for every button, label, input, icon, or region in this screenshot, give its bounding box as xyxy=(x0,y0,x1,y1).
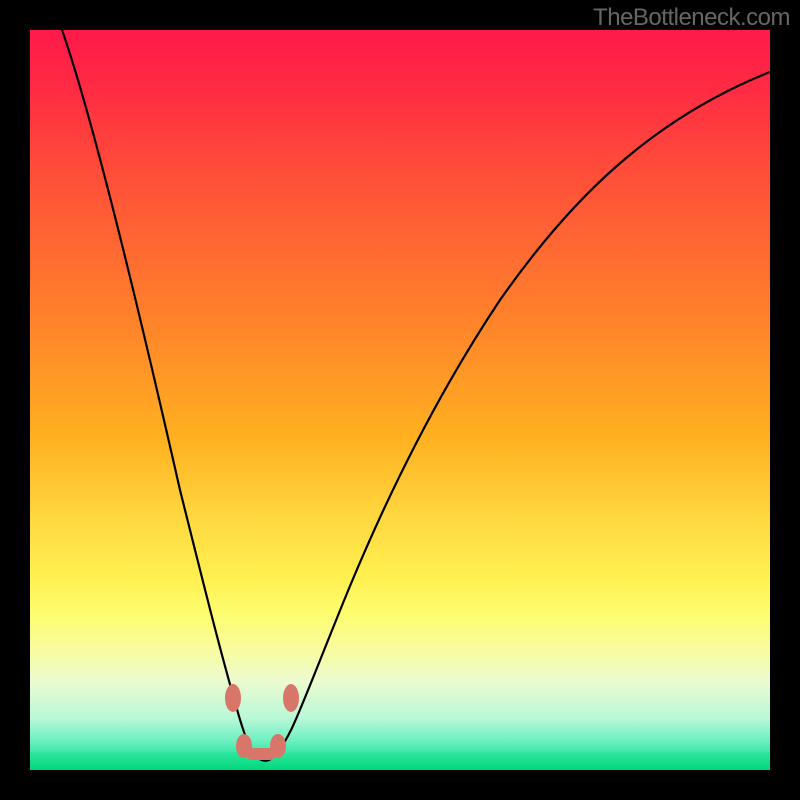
attribution-text: TheBottleneck.com xyxy=(593,4,790,32)
chart-plot-area xyxy=(30,30,770,770)
curve-marker-band xyxy=(246,748,276,760)
bottleneck-curve xyxy=(62,30,770,761)
curve-marker xyxy=(283,684,299,712)
chart-svg xyxy=(30,30,770,770)
curve-marker xyxy=(225,684,241,712)
